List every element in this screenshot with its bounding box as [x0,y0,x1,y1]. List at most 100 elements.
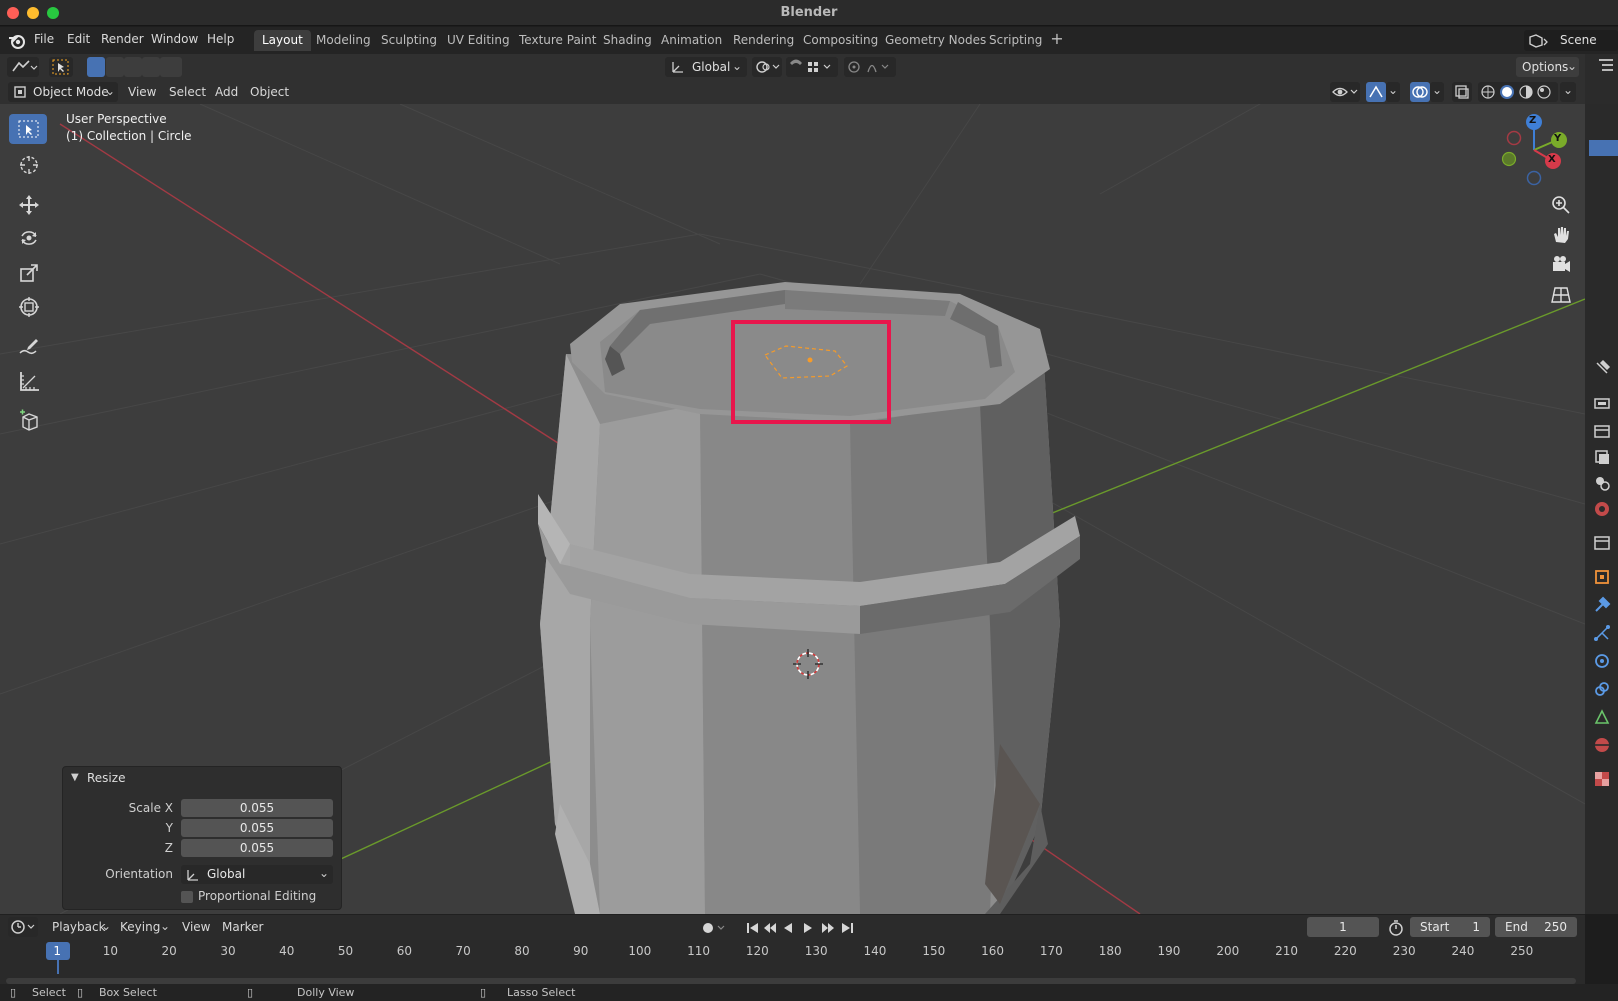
timeline-editor: Playback ⌄ Keying ⌄ View Marker 1 Start … [0,914,1585,985]
options-dropdown[interactable]: Options ⌄ [1516,57,1579,77]
transform-orientation-dropdown[interactable]: Global ⌄ [665,57,747,77]
menu-help[interactable]: Help [207,32,234,46]
scale-z-field[interactable]: 0.055 [181,839,333,857]
tool-settings-header: Global ⌄ Options ⌄ [0,54,1585,80]
tab-scripting[interactable]: Scripting [981,30,1050,51]
tab-animation[interactable]: Animation [653,30,730,51]
timeline-menu-keying[interactable]: Keying [120,920,160,934]
3d-viewport[interactable]: Z Y X User Perspective (1) Collection | … [0,104,1585,914]
timeline-menu-marker[interactable]: Marker [222,920,263,934]
select-tool-button[interactable] [49,57,73,77]
mode-dropdown[interactable]: Object Mode ⌄ [8,82,118,102]
select-mode-new-button[interactable] [87,57,105,77]
select-mode-subtract-button[interactable] [124,57,142,77]
data-properties-icon[interactable] [1593,708,1611,726]
stopwatch-icon[interactable] [1387,919,1405,937]
move-icon [19,195,39,215]
tool-add-cube[interactable] [9,404,47,434]
shading-dropdown[interactable]: ⌄ [1560,82,1576,102]
timeline-tick-label: 80 [514,944,530,958]
menu-file[interactable]: File [34,32,54,46]
tab-shading[interactable]: Shading [595,30,660,51]
select-mode-extend-button[interactable] [106,57,124,77]
select-mode-invert-button[interactable] [142,57,160,77]
scene-properties-icon[interactable] [1593,474,1611,492]
viewport-menu-object[interactable]: Object [250,85,289,99]
texture-properties-icon[interactable] [1593,770,1611,788]
record-keyframe-icon[interactable] [698,918,728,938]
particle-properties-icon[interactable] [1593,624,1611,642]
blender-logo-icon[interactable] [8,32,26,50]
viewport-menu-select[interactable]: Select [169,85,206,99]
tab-rendering[interactable]: Rendering [725,30,802,51]
view-layer-properties-icon[interactable] [1593,448,1611,466]
tool-move[interactable] [9,189,47,219]
xray-toggle[interactable] [1452,82,1472,102]
timeline-menu-playback[interactable]: Playback [52,920,106,934]
perspective-grid-icon[interactable] [1550,284,1572,306]
overlays-toggle[interactable] [1410,82,1430,102]
tab-sculpting[interactable]: Sculpting [373,30,445,51]
pan-hand-icon[interactable] [1550,224,1572,246]
pivot-point-dropdown[interactable] [752,57,782,77]
visibility-dropdown[interactable] [1330,82,1360,102]
end-frame-field[interactable]: End 250 [1495,917,1577,937]
tab-texture-paint[interactable]: Texture Paint [511,30,604,51]
tool-select-box[interactable] [9,114,47,144]
gizmo-z-label: Z [1529,115,1537,126]
tool-properties-icon[interactable] [1593,359,1611,377]
physics-properties-icon[interactable] [1593,652,1611,670]
output-properties-icon[interactable] [1593,422,1611,440]
tab-uv-editing[interactable]: UV Editing [439,30,518,51]
tool-transform[interactable] [9,291,47,321]
tool-rotate[interactable] [9,222,47,252]
collection-properties-icon[interactable] [1593,534,1611,552]
scene-selector[interactable]: Scene [1524,30,1618,51]
properties-tab-strip [1585,54,1618,914]
object-mode-icon [14,86,26,98]
zoom-icon[interactable] [1550,194,1572,216]
timeline-editor-type-button[interactable] [8,917,38,937]
gizmo-toggle[interactable] [1366,82,1386,102]
gizmo-dropdown[interactable]: ⌄ [1386,82,1400,102]
proportional-editing-toggle[interactable] [844,57,896,77]
menu-window[interactable]: Window [151,32,198,46]
camera-view-icon[interactable] [1550,254,1572,276]
material-properties-icon[interactable] [1593,736,1611,754]
proportional-editing-checkbox[interactable] [181,891,193,903]
object-properties-icon[interactable] [1593,568,1611,586]
viewport-menu-view[interactable]: View [128,85,156,99]
snap-toggle[interactable] [786,57,838,77]
tab-geometry-nodes[interactable]: Geometry Nodes [877,30,994,51]
tool-annotate[interactable] [9,330,47,360]
start-frame-field[interactable]: Start 1 [1410,917,1490,937]
menu-edit[interactable]: Edit [67,32,90,46]
overlays-dropdown[interactable]: ⌄ [1430,82,1444,102]
tool-measure[interactable] [9,365,47,395]
constraint-properties-icon[interactable] [1593,680,1611,698]
viewport-menu-add[interactable]: Add [215,85,238,99]
outliner-icon[interactable] [1597,58,1615,74]
current-frame-field[interactable]: 1 [1307,917,1379,937]
modifier-properties-icon[interactable] [1593,596,1611,614]
select-mode-intersect-button[interactable] [160,57,182,77]
collapse-triangle-icon[interactable]: ▼ [71,772,79,783]
editor-type-button[interactable] [7,57,39,77]
timeline-ruler[interactable]: 1 10 20 30 40 50 60 70 80 90 100 110 120 130 140 150 160… [0,940,1585,985]
world-properties-icon[interactable] [1593,500,1611,518]
tab-modeling[interactable]: Modeling [308,30,379,51]
tool-scale[interactable] [9,257,47,287]
outliner-selected-row[interactable] [1589,140,1618,156]
scale-x-field[interactable]: 0.055 [181,799,333,817]
timeline-menu-view[interactable]: View [182,920,210,934]
orientation-select[interactable]: Global ⌄ [181,865,333,884]
render-properties-icon[interactable] [1593,394,1611,412]
playback-controls[interactable] [744,918,864,938]
menu-render[interactable]: Render [101,32,144,46]
scale-y-field[interactable]: 0.055 [181,819,333,837]
add-workspace-icon[interactable]: + [1048,30,1066,50]
tab-compositing[interactable]: Compositing [795,30,886,51]
tool-cursor[interactable] [9,149,47,179]
tab-layout[interactable]: Layout [254,30,311,51]
viewport-header: Object Mode ⌄ View Select Add Object ⌄ ⌄… [0,80,1585,104]
